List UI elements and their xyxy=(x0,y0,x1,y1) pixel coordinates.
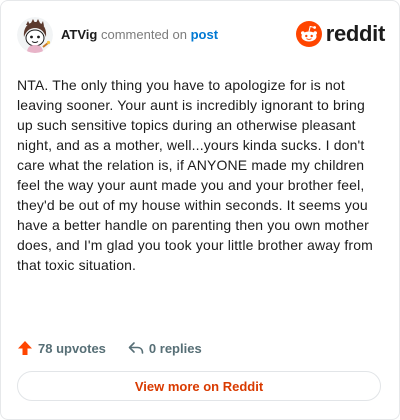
upvote-count: 78 upvotes xyxy=(38,340,106,356)
view-more-button[interactable]: View more on Reddit xyxy=(17,371,381,401)
upvote-button[interactable]: 78 upvotes xyxy=(17,340,106,356)
comment-byline: ATVig commented on post xyxy=(61,27,218,43)
reply-button[interactable]: 0 replies xyxy=(128,340,202,356)
reddit-wordmark: reddit xyxy=(325,21,386,46)
post-link[interactable]: post xyxy=(191,27,218,42)
reddit-brand[interactable]: reddit xyxy=(295,19,386,49)
reply-count: 0 replies xyxy=(148,340,202,356)
username-link[interactable]: ATVig xyxy=(61,27,97,42)
reddit-comment-card: ATVig commented on post reddit NTA. The … xyxy=(0,0,400,420)
upvote-arrow-icon xyxy=(17,340,33,356)
comment-header: ATVig commented on post reddit xyxy=(17,17,385,53)
commented-on-text: commented on xyxy=(100,27,187,42)
reddit-logo-icon xyxy=(295,21,322,47)
user-avatar[interactable] xyxy=(17,17,53,53)
comment-body: NTA. The only thing you have to apologiz… xyxy=(17,77,373,273)
reply-arrow-icon xyxy=(128,340,144,356)
comment-actions: 78 upvotes 0 replies xyxy=(17,337,224,359)
avatar-image xyxy=(17,17,53,53)
